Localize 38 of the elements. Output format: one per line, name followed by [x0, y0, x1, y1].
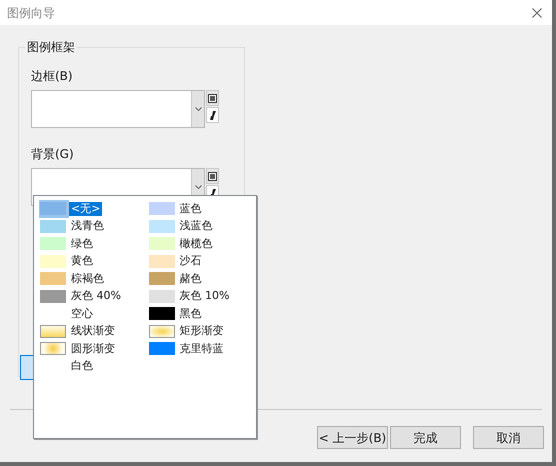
color-option[interactable]: 灰色 40%	[39, 288, 148, 305]
color-option[interactable]: 蓝色	[148, 200, 256, 218]
color-option[interactable]: 克里特蓝	[148, 340, 256, 358]
color-option[interactable]: 黄色	[39, 252, 148, 270]
color-option[interactable]: 沙石	[148, 252, 256, 270]
gradient-swatch	[40, 324, 66, 338]
field-label: 边框(B)	[31, 68, 74, 84]
grid-icon	[208, 172, 217, 180]
chevron-down-icon	[194, 185, 202, 189]
color-option[interactable]: 白色	[39, 358, 148, 375]
gradient-swatch	[40, 342, 66, 356]
color-option[interactable]: 浅青色	[39, 218, 148, 235]
color-option[interactable]: 线状渐变	[39, 322, 148, 340]
color-option[interactable]: <无>	[39, 200, 148, 218]
field-label: 背景(G)	[31, 146, 75, 162]
window-title: 图例向导	[7, 4, 55, 22]
palette-button[interactable]	[206, 90, 219, 106]
group-title: 图例框架	[25, 39, 77, 55]
gradient-swatch	[148, 324, 174, 338]
brush-icon	[210, 110, 216, 120]
color-option[interactable]: 赭色	[148, 270, 256, 288]
palette-button[interactable]	[206, 168, 219, 184]
color-option[interactable]: 浅蓝色	[148, 218, 256, 235]
dialog-button[interactable]: 完成	[390, 426, 461, 449]
color-option[interactable]: 灰色 10%	[148, 288, 256, 305]
color-option[interactable]: 棕褐色	[39, 270, 148, 288]
color-option[interactable]: 圆形渐变	[39, 340, 148, 358]
dialog-button[interactable]: 取消	[473, 426, 544, 449]
grid-icon	[208, 94, 217, 102]
dialog-button[interactable]: < 上一步(B)	[317, 426, 388, 449]
color-option[interactable]: 绿色	[39, 235, 148, 252]
color-option[interactable]: 黑色	[148, 305, 256, 322]
chevron-down-icon	[194, 107, 202, 111]
color-option[interactable]: 橄榄色	[148, 235, 256, 252]
color-option[interactable]: 矩形渐变	[148, 322, 256, 340]
close-icon[interactable]	[532, 8, 542, 18]
color-option[interactable]: 空心	[39, 305, 148, 322]
edit-button[interactable]	[206, 107, 219, 123]
